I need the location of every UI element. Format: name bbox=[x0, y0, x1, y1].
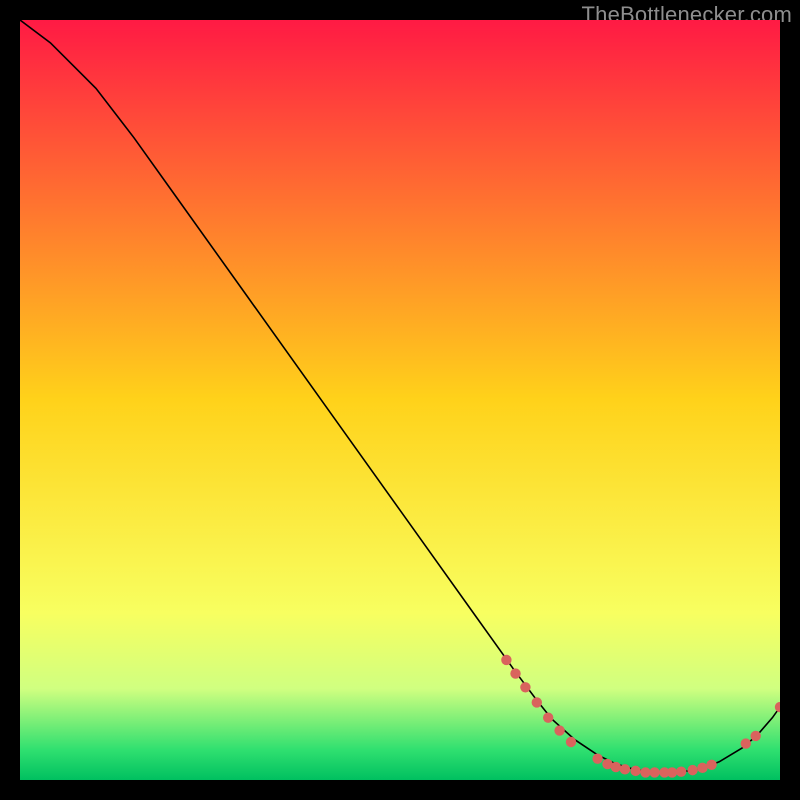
marker-dot bbox=[640, 767, 650, 777]
marker-dot bbox=[620, 764, 630, 774]
marker-dot bbox=[750, 731, 760, 741]
marker-dot bbox=[510, 668, 520, 678]
marker-dot bbox=[706, 760, 716, 770]
marker-dot bbox=[741, 738, 751, 748]
bottleneck-chart bbox=[20, 20, 780, 780]
marker-dot bbox=[611, 762, 621, 772]
marker-dot bbox=[676, 766, 686, 776]
marker-dot bbox=[520, 682, 530, 692]
marker-dot bbox=[630, 766, 640, 776]
marker-dot bbox=[532, 697, 542, 707]
chart-background bbox=[20, 20, 780, 780]
marker-dot bbox=[667, 767, 677, 777]
marker-dot bbox=[566, 737, 576, 747]
marker-dot bbox=[649, 767, 659, 777]
marker-dot bbox=[697, 763, 707, 773]
marker-dot bbox=[543, 712, 553, 722]
chart-stage: TheBottlenecker.com bbox=[0, 0, 800, 800]
marker-dot bbox=[687, 765, 697, 775]
marker-dot bbox=[501, 655, 511, 665]
marker-dot bbox=[554, 725, 564, 735]
marker-dot bbox=[592, 754, 602, 764]
